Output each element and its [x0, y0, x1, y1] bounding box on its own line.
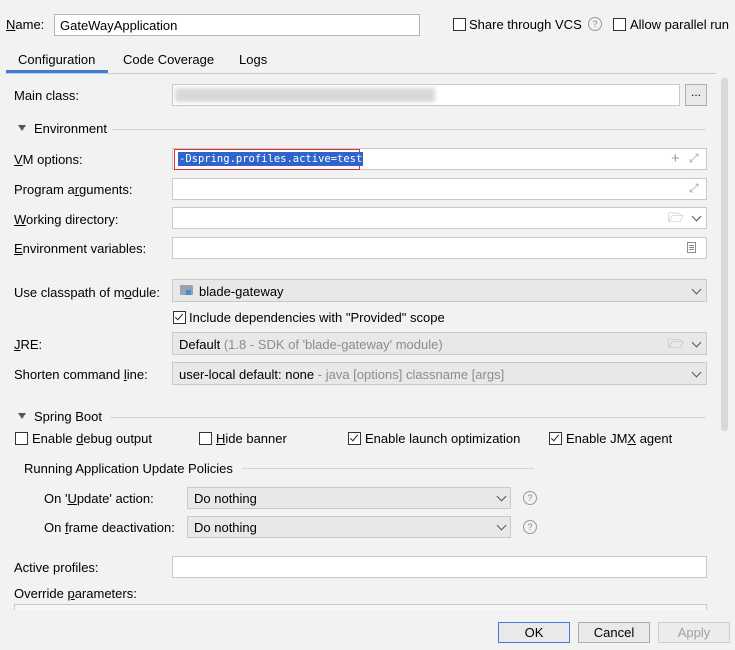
environment-section-label: Environment — [34, 121, 107, 136]
chevron-down-icon[interactable] — [691, 284, 702, 295]
on-frame-label: On frame deactivation: — [44, 520, 175, 535]
environment-variables-label: Environment variables: — [14, 241, 147, 256]
environment-divider — [112, 129, 706, 130]
active-profiles-label: Active profiles: — [14, 560, 99, 575]
ok-button[interactable]: OK — [498, 622, 570, 643]
folder-icon[interactable]: 🗁 — [668, 335, 684, 357]
jre-select[interactable]: Default (1.8 - SDK of 'blade-gateway' mo… — [172, 332, 707, 355]
chevron-down-icon[interactable] — [691, 337, 702, 348]
active-profiles-field[interactable] — [172, 556, 707, 578]
jre-label: JRE: — [14, 337, 43, 352]
update-policies-label: Running Application Update Policies — [24, 461, 233, 476]
debug-output-label: Enable debug output — [32, 431, 153, 446]
environment-collapse-icon[interactable] — [18, 125, 26, 131]
expand-plus-icon[interactable]: + — [671, 150, 680, 167]
override-parameters-table[interactable] — [14, 604, 707, 610]
on-frame-help-icon[interactable]: ? — [523, 520, 537, 534]
classpath-label: Use classpath of module: — [14, 285, 160, 300]
hide-banner-label: Hide banner — [216, 431, 287, 446]
environment-variables-field[interactable] — [172, 237, 707, 259]
name-label: Name: — [6, 17, 45, 32]
chevron-down-icon[interactable] — [496, 520, 507, 531]
folder-icon[interactable]: 🗁 — [668, 209, 684, 231]
blurred-main-class — [175, 88, 435, 102]
launch-optimization-checkbox[interactable] — [348, 432, 361, 445]
tab-code-coverage[interactable]: Code Coverage — [116, 47, 220, 73]
spring-boot-divider — [110, 417, 706, 418]
working-directory-field[interactable]: 🗁 — [172, 207, 707, 229]
main-class-browse-button[interactable]: ... — [685, 84, 707, 106]
allow-parallel-label: Allow parallel run — [630, 17, 729, 32]
update-policies-divider — [242, 468, 534, 469]
tab-divider — [6, 73, 716, 74]
chevron-down-icon[interactable] — [691, 367, 702, 378]
on-update-label: On 'Update' action: — [44, 491, 154, 506]
program-arguments-label: Program arguments: — [14, 182, 133, 197]
allow-parallel-checkbox[interactable] — [613, 18, 626, 31]
spring-boot-collapse-icon[interactable] — [18, 413, 26, 419]
chevron-down-icon[interactable] — [691, 211, 702, 222]
on-frame-select[interactable]: Do nothing — [187, 516, 511, 538]
on-update-select[interactable]: Do nothing — [187, 487, 511, 509]
shorten-select[interactable]: user-local default: none - java [options… — [172, 362, 707, 385]
jmx-agent-label: Enable JMX agent — [566, 431, 673, 446]
jmx-agent-checkbox[interactable] — [549, 432, 562, 445]
main-class-field[interactable] — [172, 84, 680, 106]
name-field[interactable]: GateWayApplication — [54, 14, 420, 36]
scrollbar-thumb[interactable] — [721, 78, 728, 431]
main-class-label: Main class: — [14, 88, 80, 103]
classpath-module-select[interactable]: blade-gateway — [172, 279, 707, 302]
document-icon[interactable] — [687, 242, 696, 253]
cancel-button[interactable]: Cancel — [578, 622, 650, 643]
include-provided-checkbox[interactable] — [173, 311, 186, 324]
apply-button[interactable]: Apply — [658, 622, 730, 643]
debug-output-checkbox[interactable] — [15, 432, 28, 445]
vm-options-field[interactable]: -Dspring.profiles.active=test + ⤢ — [172, 148, 707, 170]
share-vcs-checkbox[interactable] — [453, 18, 466, 31]
vm-options-value: -Dspring.profiles.active=test — [178, 152, 364, 166]
shorten-label: Shorten command line: — [14, 367, 148, 382]
chevron-down-icon[interactable] — [496, 491, 507, 502]
working-directory-label: Working directory: — [14, 212, 119, 227]
hide-banner-checkbox[interactable] — [199, 432, 212, 445]
program-arguments-field[interactable]: ⤢ — [172, 178, 707, 200]
launch-optimization-label: Enable launch optimization — [365, 431, 521, 446]
module-folder-icon — [180, 285, 193, 295]
on-update-help-icon[interactable]: ? — [523, 491, 537, 505]
include-provided-label: Include dependencies with "Provided" sco… — [189, 310, 445, 325]
override-parameters-label: Override parameters: — [14, 586, 137, 601]
tab-configuration[interactable]: Configuration — [6, 47, 108, 73]
expand-icon[interactable]: ⤢ — [689, 151, 699, 166]
share-vcs-label: Share through VCS — [469, 17, 582, 32]
expand-icon[interactable]: ⤢ — [689, 181, 699, 196]
vm-options-label: VM options: — [14, 152, 83, 167]
tab-logs[interactable]: Logs — [232, 47, 276, 73]
share-vcs-help-icon[interactable]: ? — [588, 17, 602, 31]
scrollbar[interactable] — [720, 78, 730, 606]
spring-boot-section-label: Spring Boot — [34, 409, 102, 424]
